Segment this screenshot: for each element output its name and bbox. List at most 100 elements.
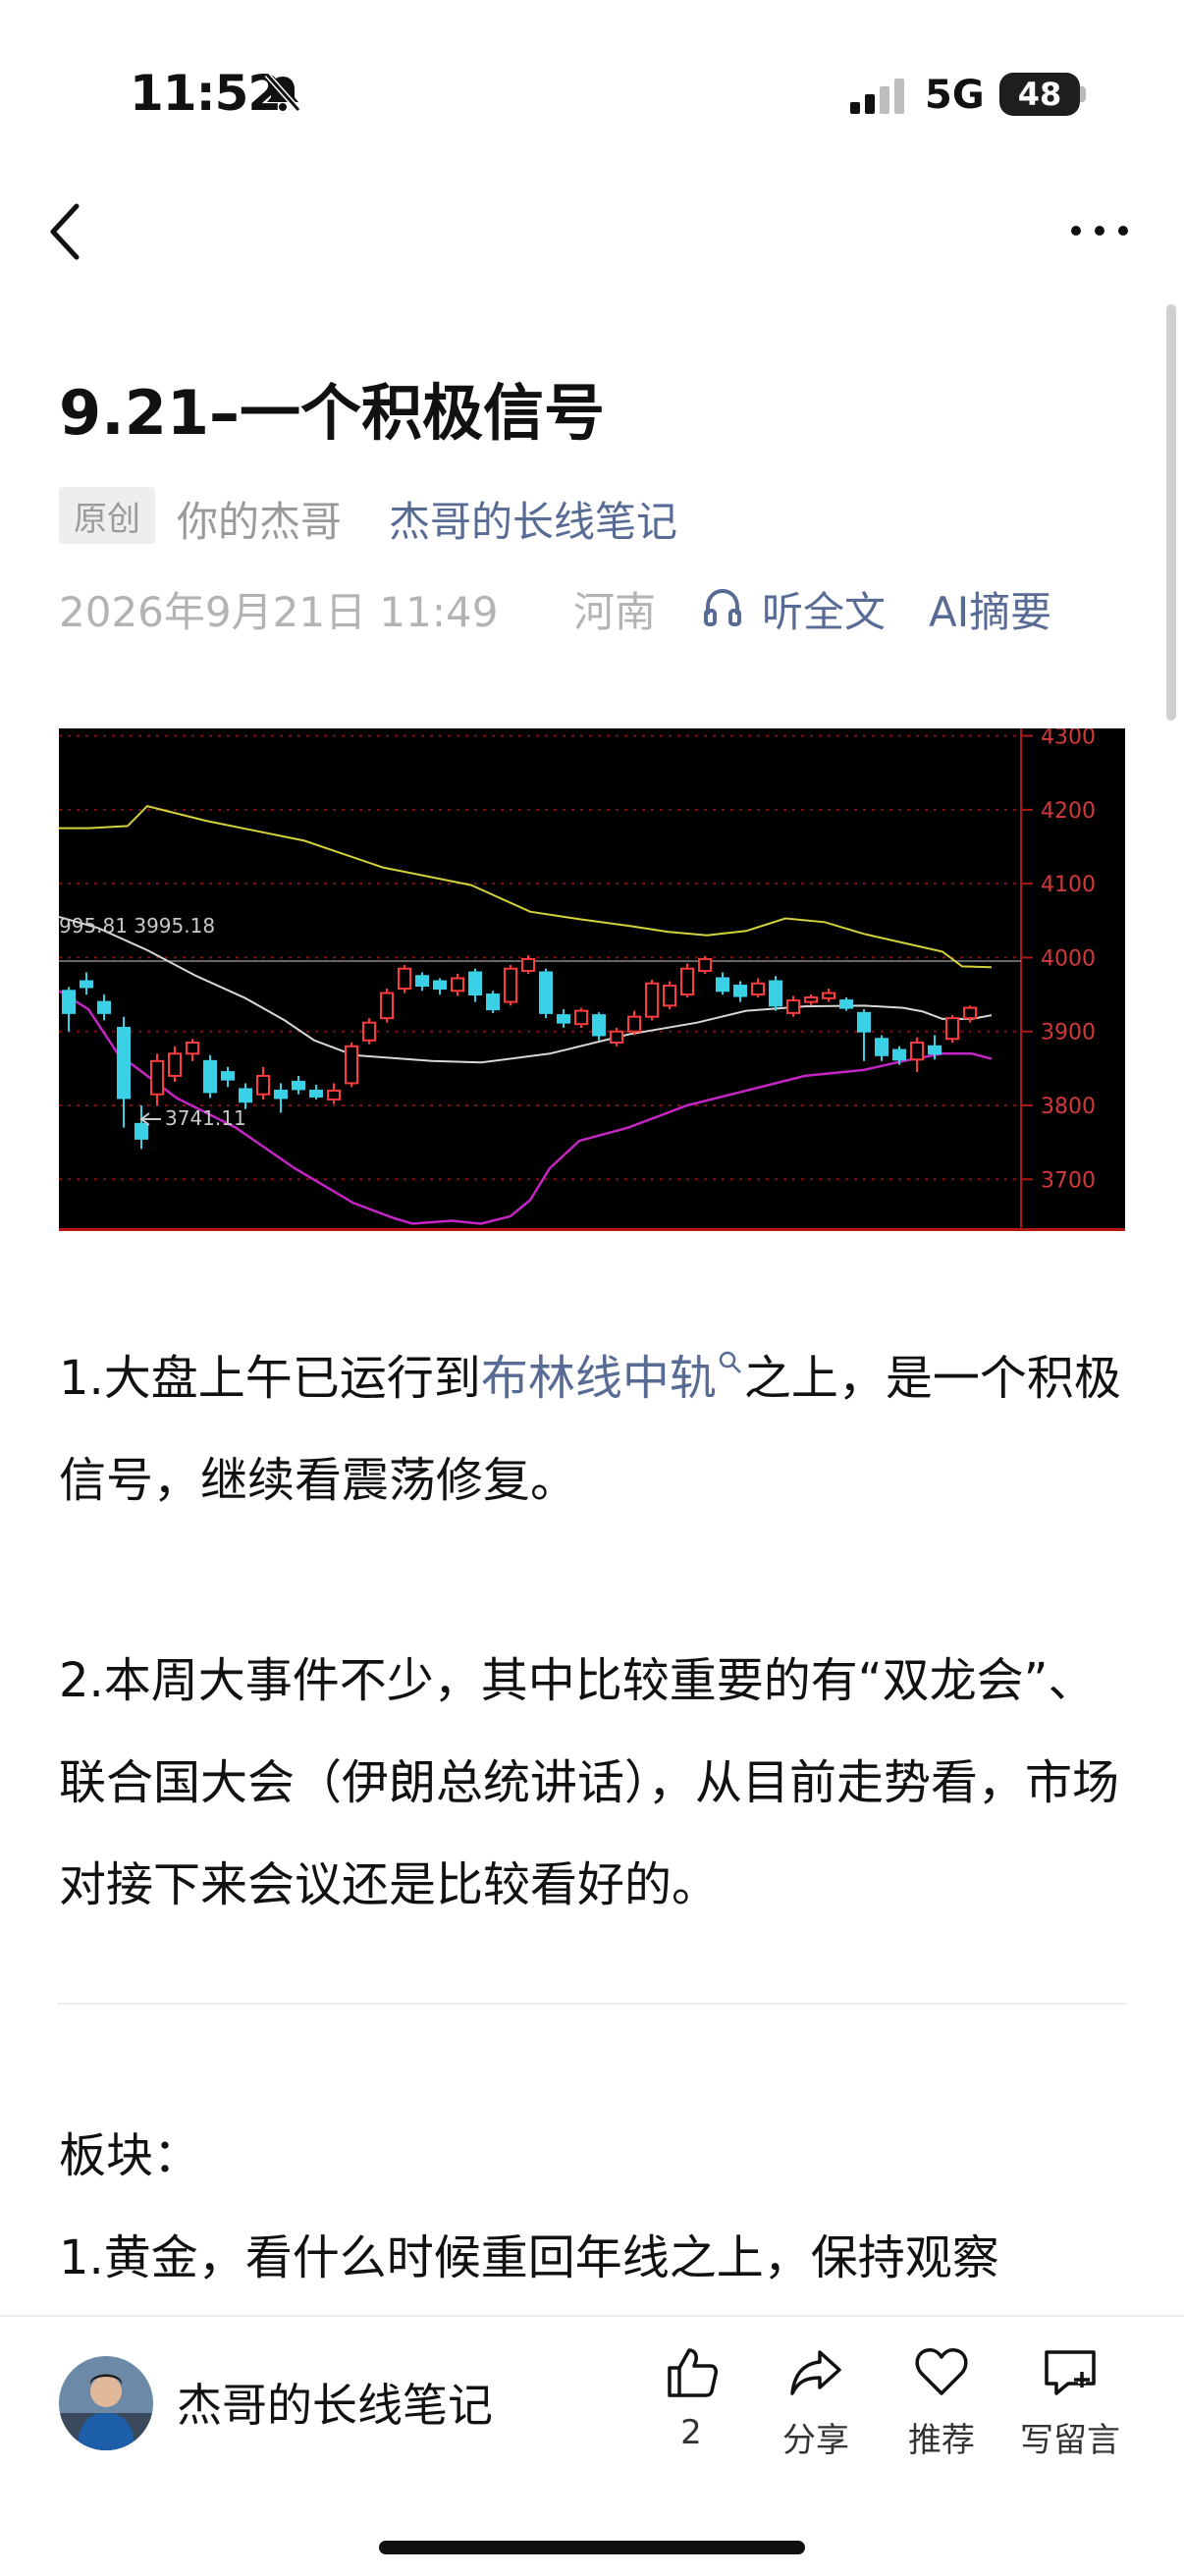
- bottom-account-name[interactable]: 杰哥的长线笔记: [177, 2370, 493, 2435]
- candle-body: [415, 975, 429, 988]
- candle-body: [168, 1052, 182, 1077]
- candle-body: [327, 1089, 341, 1100]
- recommend-button[interactable]: 推荐: [897, 2342, 986, 2461]
- paragraph-2: 2.本周大事件不少，其中比较重要的有“双龙会”、联合国大会（伊朗总统讲话），从目…: [59, 1653, 1120, 1912]
- candle-body: [150, 1059, 164, 1096]
- y-tick-label: 4000: [1041, 946, 1096, 971]
- candle-body: [610, 1030, 623, 1044]
- candle-body: [839, 999, 853, 1009]
- candle-body: [203, 1059, 217, 1094]
- candle-body: [274, 1089, 288, 1100]
- account-avatar[interactable]: [59, 2356, 153, 2450]
- candle-body: [928, 1045, 942, 1055]
- candle-body: [97, 1000, 111, 1014]
- candle-body: [627, 1015, 641, 1033]
- paragraph-1: 1.大盘上午已运行到布林线中轨 之上，是一个积极信号，继续看震荡修复。: [59, 1327, 1125, 1531]
- candle-body: [345, 1045, 358, 1085]
- candle-body: [186, 1042, 199, 1055]
- account-link[interactable]: 杰哥的长线笔记: [389, 489, 677, 549]
- recommend-label: 推荐: [908, 2421, 975, 2460]
- scrollbar[interactable]: [1166, 304, 1176, 721]
- y-tick-label: 4300: [1041, 728, 1096, 750]
- candle-body: [945, 1017, 959, 1041]
- candle-body: [135, 1122, 148, 1140]
- candle-body: [433, 980, 447, 991]
- y-tick-label: 4100: [1041, 873, 1096, 897]
- candle-body: [875, 1038, 888, 1056]
- candle-body: [557, 1014, 570, 1024]
- candle-body: [468, 971, 482, 996]
- chart-annotation-top: 995.81 3995.18: [59, 914, 215, 938]
- candle-body: [574, 1009, 588, 1026]
- candle-body: [486, 993, 500, 1011]
- publish-location: 河南: [573, 588, 657, 636]
- y-tick-label: 3900: [1041, 1021, 1096, 1046]
- paragraph-3: 1.黄金，看什么时候重回年线之上，保持观察: [59, 2230, 999, 2285]
- more-options-icon[interactable]: [1068, 216, 1131, 245]
- candle-body: [910, 1042, 924, 1061]
- battery-indicator: 48: [999, 73, 1080, 116]
- section-heading: 板块：: [59, 2128, 201, 2183]
- ai-summary-button[interactable]: AI摘要: [929, 579, 1051, 639]
- candle-body: [698, 957, 712, 972]
- paragraph-1-part-a: 1.大盘上午已运行到: [59, 1351, 481, 1406]
- candle-body: [117, 1026, 131, 1100]
- battery-nub: [1080, 86, 1086, 102]
- like-button[interactable]: 2: [652, 2342, 730, 2452]
- candle-body: [592, 1014, 606, 1037]
- candle-body: [716, 977, 729, 993]
- home-indicator[interactable]: [379, 2541, 805, 2554]
- candle-body: [645, 982, 659, 1018]
- candle-body: [892, 1048, 906, 1061]
- candle-body: [521, 957, 535, 972]
- candle-body: [680, 967, 694, 996]
- candle-body: [80, 980, 93, 989]
- candle-body: [239, 1088, 252, 1103]
- candle-body: [62, 990, 76, 1014]
- candle-body: [804, 996, 818, 1003]
- original-tag: 原创: [59, 487, 155, 544]
- share-arrow-icon: [790, 2350, 841, 2395]
- like-count: 2: [680, 2413, 702, 2452]
- candle-body: [539, 971, 553, 1014]
- cellular-signal-icon: [850, 79, 904, 114]
- candle-body: [786, 999, 800, 1014]
- bottom-action-bar: [0, 2315, 1184, 2576]
- candle-body: [857, 1011, 871, 1033]
- candle-body: [769, 980, 782, 1007]
- comment-plus-icon: [1045, 2350, 1096, 2395]
- candle-body: [221, 1071, 235, 1081]
- candle-body: [751, 982, 765, 996]
- candle-body: [451, 977, 464, 993]
- candle-body: [362, 1021, 376, 1042]
- candle-body: [822, 992, 835, 999]
- candle-body: [292, 1080, 305, 1091]
- share-label: 分享: [782, 2421, 849, 2460]
- article-title: 9.21–一个积极信号: [59, 377, 605, 449]
- candle-body: [963, 1006, 977, 1020]
- status-time: 11:52: [130, 65, 282, 122]
- y-tick-label: 3800: [1041, 1095, 1096, 1119]
- share-button[interactable]: 分享: [772, 2342, 860, 2461]
- y-tick-label: 4200: [1041, 799, 1096, 824]
- back-chevron-icon[interactable]: [47, 200, 86, 263]
- write-comment-button[interactable]: 写留言: [1011, 2342, 1129, 2461]
- bollinger-link[interactable]: 布林线中轨: [481, 1351, 717, 1406]
- write-comment-label: 写留言: [1020, 2421, 1120, 2460]
- search-icon[interactable]: [717, 1349, 744, 1376]
- headphones-icon[interactable]: [701, 585, 744, 628]
- candle-body: [663, 985, 676, 1007]
- author-name: 你的杰哥: [177, 498, 343, 546]
- publish-date: 2026年9月21日 11:49: [59, 588, 499, 636]
- listen-full-text-button[interactable]: 听全文: [762, 579, 886, 639]
- candlestick-chart: 4300 4200 4100 4000 3900 3800 3700 995.81 3995…: [59, 728, 1125, 1231]
- thumbs-up-icon: [668, 2348, 718, 2397]
- candle-body: [380, 992, 394, 1020]
- candle-body: [398, 967, 411, 991]
- network-type: 5G: [925, 73, 985, 118]
- y-tick-label: 3700: [1041, 1168, 1096, 1193]
- bell-muted-icon: [264, 73, 301, 112]
- candle-body: [504, 967, 517, 1003]
- section-divider: [57, 2003, 1127, 2005]
- candle-body: [309, 1089, 323, 1098]
